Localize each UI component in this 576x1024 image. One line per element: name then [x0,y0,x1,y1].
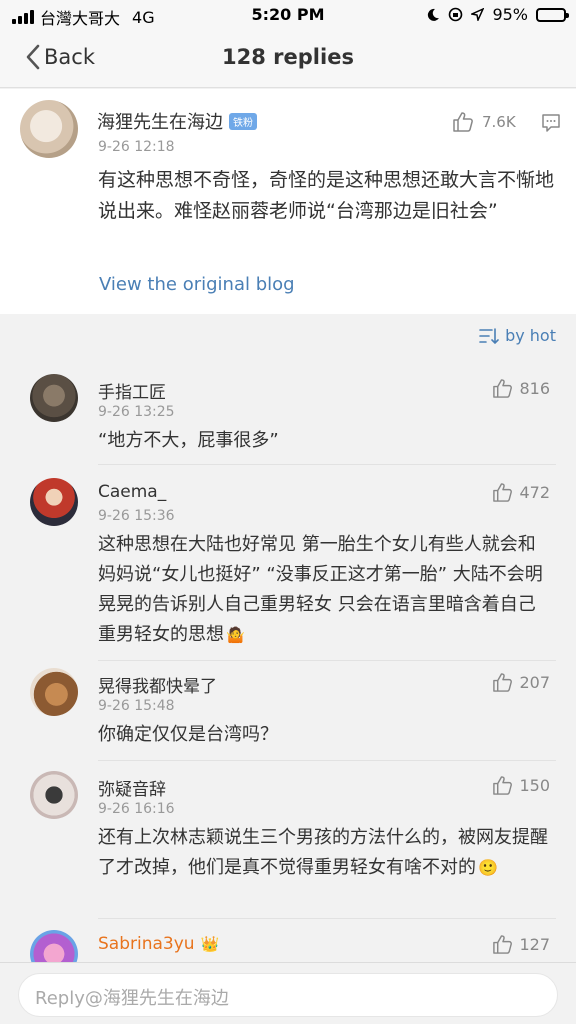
reply-author[interactable]: Caema_ [98,482,166,502]
rotation-lock-icon [449,7,463,22]
sort-button[interactable]: by hot [479,326,556,345]
post-author[interactable]: 海狸先生在海边 铁粉 [97,108,257,134]
reply-like-count: 472 [519,483,550,502]
post-author-name: 海狸先生在海边 [97,112,223,133]
location-icon [471,8,485,21]
reply-bar: Reply@海狸先生在海边 [0,962,576,1024]
smile-emoji-icon: 🙂 [478,858,498,877]
reply-author-name: 晃得我都快晕了 [98,677,217,697]
reply-like-count: 816 [519,379,550,398]
reply-text: 你确定仅仅是台湾吗？ [98,720,548,750]
view-original-link[interactable]: View the original blog [99,274,295,295]
reply-text-content: “地方不大，屁事很多” [98,430,279,451]
reply-avatar[interactable] [30,771,78,819]
nav-bar: Back 128 replies [0,32,576,88]
shrug-emoji-icon: 🤷 [226,626,245,644]
thumbs-up-icon [493,673,513,692]
reply-time: 9-26 13:25 [98,404,175,420]
thumbs-up-icon [493,935,513,954]
reply-text-content: 这种思想在大陆也好常见 第一胎生个女儿有些人就会和妈妈说“女儿也挺好” “没事反… [98,534,543,645]
reply-time: 9-26 15:48 [98,698,175,714]
reply-like-count: 207 [519,673,550,692]
moon-icon [428,8,440,21]
reply-time: 9-26 15:36 [98,508,175,524]
fan-badge: 铁粉 [229,112,257,130]
crown-icon: 👑 [200,935,220,953]
reply-text: 这种思想在大陆也好常见 第一胎生个女儿有些人就会和妈妈说“女儿也挺好” “没事反… [98,530,548,650]
reply-avatar[interactable] [30,478,78,526]
main-post: 海狸先生在海边 铁粉 9-26 12:18 7.6K 有这种思想不奇怪，奇怪的是… [0,89,576,314]
reply-avatar[interactable] [30,374,78,422]
battery-icon [536,7,569,22]
post-time: 9-26 12:18 [98,139,175,155]
reply-like-button[interactable]: 816 [492,378,550,399]
reply-author[interactable]: Sabrina3yu 👑 [98,934,219,954]
reply-like-count: 127 [519,935,550,954]
reply-author[interactable]: 手指工匠 [98,378,166,403]
reply-text-content: 你确定仅仅是台湾吗？ [98,724,278,745]
sort-icon [479,327,499,344]
reply-time: 9-26 16:16 [98,801,175,817]
reply-author-name: Sabrina3yu [98,934,195,954]
thumbs-up-icon [493,776,513,795]
battery-percent: 95% [492,5,528,24]
reply-like-button[interactable]: 472 [492,482,550,503]
post-text: 有这种思想不奇怪，奇怪的是这种思想还敢大言不惭地说出来。难怪赵丽蓉老师说“台湾那… [98,169,555,222]
reply-input[interactable]: Reply@海狸先生在海边 [18,973,558,1017]
thumbs-up-icon [493,483,513,502]
reply-like-button[interactable]: 127 [492,934,550,955]
reply-author[interactable]: 晃得我都快晕了 [98,672,217,697]
reply-like-button[interactable]: 207 [492,672,550,693]
post-like-button[interactable]: 7.6K [452,111,516,133]
page-title: 128 replies [222,45,354,69]
post-like-count: 7.6K [482,113,516,131]
status-bar: 台灣大哥大 4G 5:20 PM 95% [0,0,576,32]
reply-author[interactable]: 弥疑音辞 [98,775,166,800]
reply-author-name: 手指工匠 [98,383,166,403]
divider [98,918,556,919]
reply-avatar[interactable] [30,668,78,716]
thumbs-up-icon [453,112,473,132]
reply-author-name: 弥疑音辞 [98,780,166,800]
post-author-avatar[interactable] [20,100,78,158]
divider [98,660,556,661]
reply-like-button[interactable]: 150 [492,775,550,796]
status-right: 95% [426,5,569,24]
thumbs-up-icon [493,379,513,398]
divider [98,760,556,761]
sort-label: by hot [505,326,556,345]
reply-text: 还有上次林志颖说生三个男孩的方法什么的，被网友提醒了才改掉，他们是真不觉得重男轻… [98,823,548,883]
divider [98,464,556,465]
reply-like-count: 150 [519,776,550,795]
reply-text: “地方不大，屁事很多” [98,426,548,456]
comment-icon[interactable] [541,113,561,133]
reply-author-name: Caema_ [98,482,167,502]
